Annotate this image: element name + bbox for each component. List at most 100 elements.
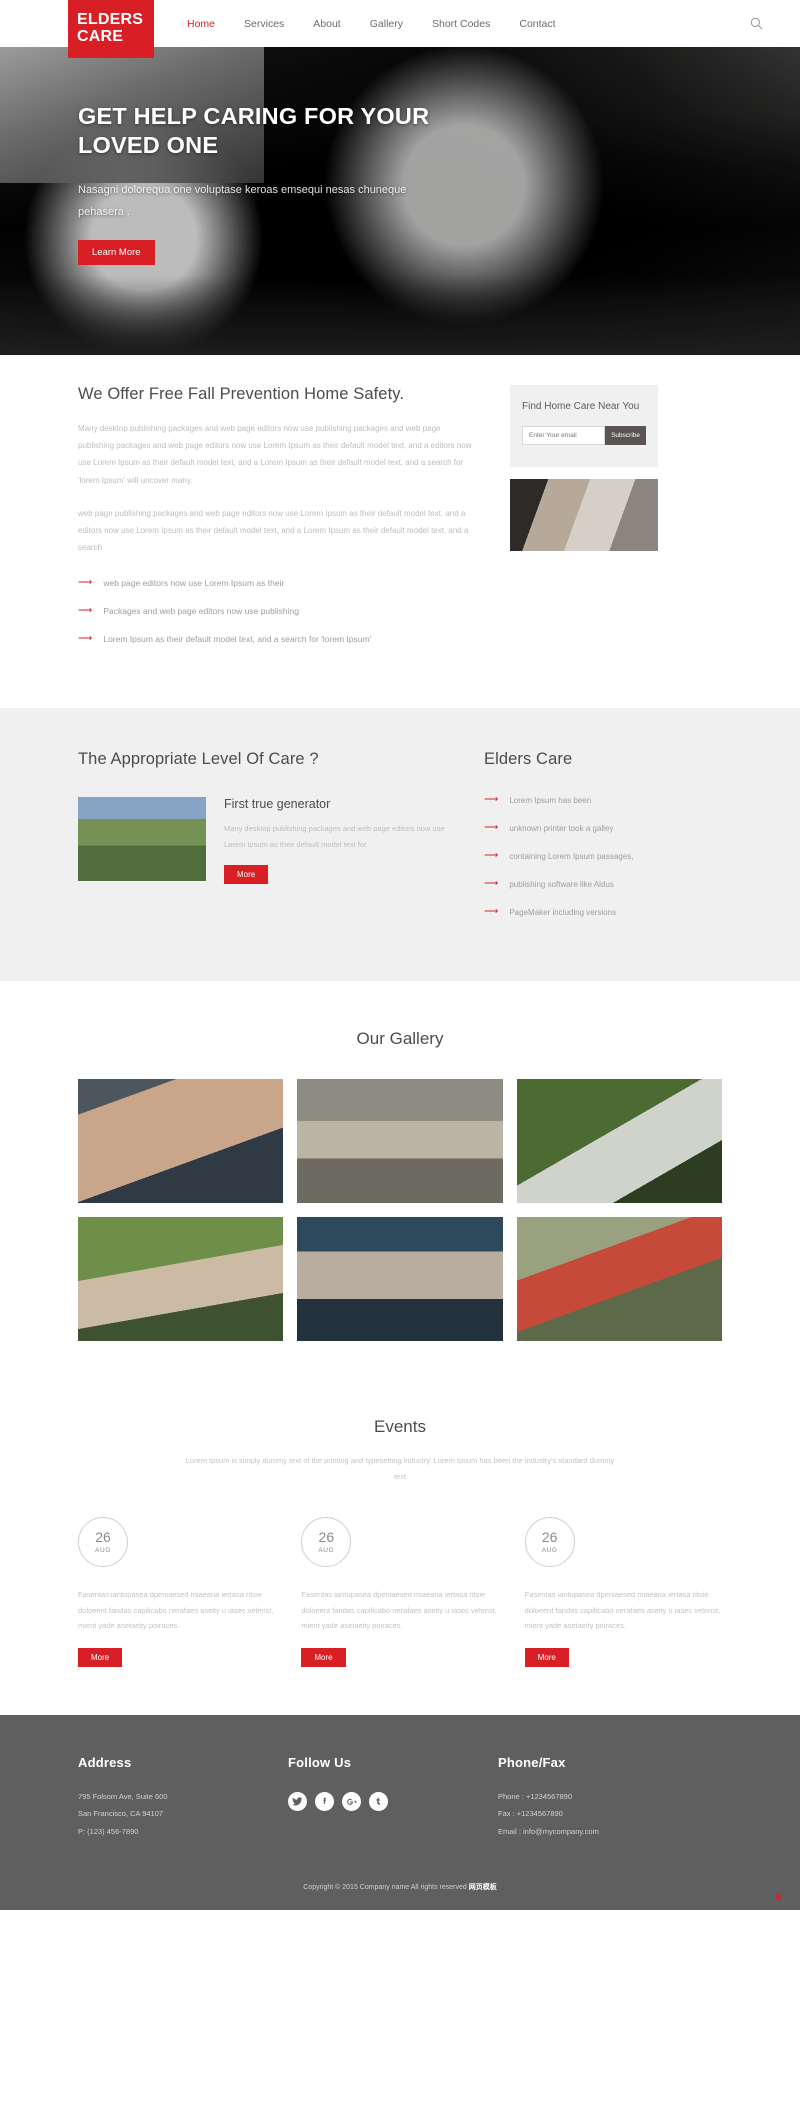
nav-item-contact[interactable]: Contact <box>519 18 555 30</box>
address-phone-line: P: (123) 456-7890 <box>78 1826 139 1836</box>
nav-item-home[interactable]: Home <box>187 18 215 30</box>
offer-section: We Offer Free Fall Prevention Home Safet… <box>0 355 800 708</box>
care-card-more-button[interactable]: More <box>224 864 269 884</box>
gallery-photo-couple-backyard[interactable] <box>516 1217 722 1342</box>
hero-title: GET HELP CARING FOR YOUR LOVED ONE <box>78 103 430 159</box>
event-more-button[interactable]: More <box>301 1648 346 1668</box>
offer-paragraph-2: web page publishing packages and web pag… <box>78 508 469 553</box>
events-grid: 26 AUG Fasentas iantupasea dpeniaesed mi… <box>78 1516 722 1668</box>
arrow-right-icon: ⟶ <box>484 878 499 890</box>
event-month: AUG <box>541 1546 558 1554</box>
footer-address-column: Address 795 Folsom Ave, Suite 600 San Fr… <box>78 1755 288 1840</box>
nav-item-gallery[interactable]: Gallery <box>370 18 403 30</box>
main-navigation: Home Services About Gallery Short Codes … <box>154 0 736 47</box>
arrow-right-icon: ⟶ <box>484 822 499 834</box>
list-item[interactable]: ⟶ web page editors now use Lorem Ipsum a… <box>78 578 478 589</box>
gallery-section: Our Gallery <box>0 981 800 1381</box>
event-month: AUG <box>95 1546 111 1554</box>
list-item[interactable]: ⟶ publishing software like Aldus <box>484 879 722 889</box>
event-text: Fasentas iantupasea dpeniaesed miaeana i… <box>301 1589 497 1631</box>
list-item-label: containing Lorem Ipsum passages, <box>509 851 634 861</box>
offer-bullet-list: ⟶ web page editors now use Lorem Ipsum a… <box>78 578 478 645</box>
list-item[interactable]: ⟶ Packages and web page editors now use … <box>78 605 478 617</box>
events-section: Events Lorem Ipsum is simply dummy text … <box>0 1381 800 1715</box>
footer-phone-heading: Phone/Fax <box>498 1755 566 1771</box>
list-item-label: Packages and web page editors now use pu… <box>103 606 299 617</box>
twitter-icon[interactable] <box>288 1792 307 1812</box>
nav-item-services[interactable]: Services <box>244 18 284 30</box>
site-header: ELDERS CARE Home Services About Gallery … <box>0 0 800 58</box>
hero-subtitle: Nasagni dolorequa one voluptase keroas e… <box>78 183 407 219</box>
offer-sidebar: Find Home Care Near You Subscribe <box>510 385 658 662</box>
event-text: Fasentas iantupasea dpeniaesed miaeana i… <box>78 1589 274 1631</box>
list-item[interactable]: ⟶ unknown printer took a galley <box>484 823 722 833</box>
care-card-text: Many desktop publishing packages and web… <box>224 824 445 850</box>
site-footer: Address 795 Folsom Ave, Suite 600 San Fr… <box>0 1715 800 1910</box>
scroll-to-top-icon[interactable]: ▲ <box>773 1890 784 1902</box>
gallery-photo-couple-walking[interactable] <box>297 1079 503 1204</box>
event-text: Fasentas iantupasea dpeniaesed miaeana i… <box>524 1589 721 1631</box>
list-item[interactable]: ⟶ PageMaker including versions <box>484 907 722 917</box>
event-more-button[interactable]: More <box>78 1648 123 1668</box>
fax-line: Fax : +1234567890 <box>498 1809 563 1819</box>
list-item-label: web page editors now use Lorem Ipsum as … <box>103 578 285 589</box>
elders-care-column: Elders Care ⟶ Lorem Ipsum has been ⟶ unk… <box>484 750 722 935</box>
event-item: 26 AUG Fasentas iantupasea dpeniaesed mi… <box>524 1516 722 1668</box>
care-heading: The Appropriate Level Of Care ? <box>78 750 319 769</box>
hero-learn-more-button[interactable]: Learn More <box>78 239 155 265</box>
footer-phone-body: Phone : +1234567890 Fax : +1234567890 Em… <box>498 1788 722 1840</box>
level-of-care-section: The Appropriate Level Of Care ? First tr… <box>0 708 800 982</box>
search-icon[interactable] <box>736 0 776 47</box>
list-item[interactable]: ⟶ Lorem Ipsum as their default model tex… <box>78 633 478 645</box>
list-item-label: Lorem Ipsum has been <box>509 795 592 805</box>
gallery-photo-woman-sunglasses[interactable] <box>78 1217 284 1342</box>
care-card-body: First true generator Many desktop publis… <box>224 797 458 884</box>
subscribe-button[interactable]: Subscribe <box>605 426 646 445</box>
email-input[interactable] <box>522 426 606 445</box>
event-item: 26 AUG Fasentas iantupasea dpeniaesed mi… <box>78 1516 275 1668</box>
footer-follow-column: Follow Us <box>288 1755 498 1840</box>
elders-care-list: ⟶ Lorem Ipsum has been ⟶ unknown printer… <box>484 795 722 917</box>
tumblr-icon[interactable] <box>369 1792 388 1812</box>
elders-care-heading: Elders Care <box>484 750 573 769</box>
copyright-link[interactable]: 网页模板 <box>469 1884 497 1891</box>
nav-item-about[interactable]: About <box>313 18 340 30</box>
gallery-photo-woman-garden[interactable] <box>516 1079 722 1204</box>
gallery-heading: Our Gallery <box>356 1029 444 1049</box>
event-month: AUG <box>318 1546 335 1554</box>
event-day: 26 <box>318 1528 335 1545</box>
sidebar-photo <box>510 479 658 551</box>
page-root: ELDERS CARE Home Services About Gallery … <box>0 0 800 1910</box>
event-item: 26 AUG Fasentas iantupasea dpeniaesed mi… <box>301 1516 498 1668</box>
event-date-badge: 26 AUG <box>78 1516 128 1567</box>
list-item[interactable]: ⟶ Lorem Ipsum has been <box>484 795 722 805</box>
footer-phone-column: Phone/Fax Phone : +1234567890 Fax : +123… <box>498 1755 722 1840</box>
site-logo[interactable]: ELDERS CARE <box>68 0 154 58</box>
offer-heading: We Offer Free Fall Prevention Home Safet… <box>78 385 405 403</box>
phone-line: Phone : +1234567890 <box>498 1792 573 1802</box>
care-card-image <box>78 797 206 882</box>
gallery-photo-elderly-man[interactable] <box>78 1079 284 1204</box>
event-day: 26 <box>541 1528 558 1545</box>
arrow-right-icon: ⟶ <box>484 906 499 918</box>
event-more-button[interactable]: More <box>524 1648 569 1668</box>
address-line-1: 795 Folsom Ave, Suite 600 <box>78 1792 168 1802</box>
events-heading: Events <box>374 1417 426 1437</box>
arrow-right-icon: ⟶ <box>78 605 93 617</box>
address-line-2: San Francisco, CA 94107 <box>78 1809 164 1819</box>
logo-line-2: CARE <box>77 28 124 45</box>
email-line: Email : info@mycompany.com <box>498 1826 599 1836</box>
facebook-icon[interactable] <box>315 1792 334 1812</box>
arrow-right-icon: ⟶ <box>484 794 499 806</box>
hero-banner: GET HELP CARING FOR YOUR LOVED ONE Nasag… <box>0 47 800 355</box>
gallery-photo-woman-portrait[interactable] <box>297 1217 503 1342</box>
events-subtitle: Lorem Ipsum is simply dummy text of the … <box>185 1456 615 1482</box>
nav-item-short-codes[interactable]: Short Codes <box>432 18 490 30</box>
list-item[interactable]: ⟶ containing Lorem Ipsum passages, <box>484 851 722 861</box>
arrow-right-icon: ⟶ <box>78 633 93 645</box>
care-card-title: First true generator <box>224 797 331 812</box>
care-left-column: The Appropriate Level Of Care ? First tr… <box>78 750 458 935</box>
list-item-label: publishing software like Aldus <box>509 879 614 889</box>
hero-content: GET HELP CARING FOR YOUR LOVED ONE Nasag… <box>78 102 498 265</box>
google-plus-icon[interactable] <box>342 1792 361 1812</box>
